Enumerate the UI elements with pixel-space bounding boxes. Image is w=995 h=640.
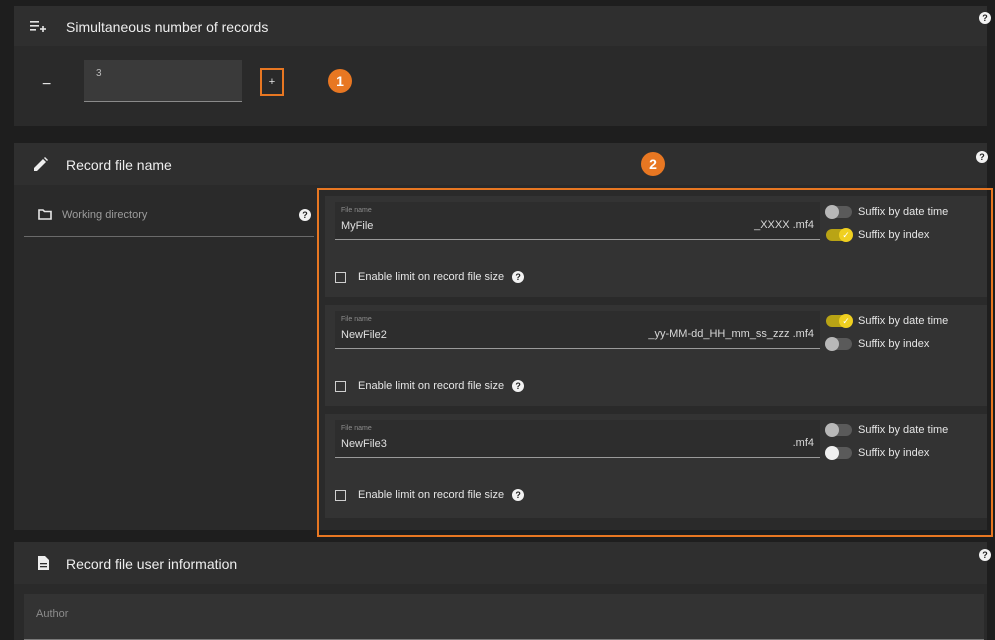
help-icon[interactable]: ? [512, 271, 525, 283]
file-name-value: NewFile3 [341, 438, 387, 450]
limit-size-label: Enable limit on record file size [358, 489, 505, 501]
suffix-index-label: Suffix by index [858, 338, 930, 350]
file-name-label: File name [341, 425, 372, 432]
help-icon[interactable]: ? [979, 12, 991, 24]
pencil-icon [34, 157, 48, 171]
limit-size-checkbox[interactable] [335, 489, 346, 501]
suffix-date-toggle-row[interactable]: Suffix by date time [825, 422, 949, 438]
toggle-knob [825, 337, 839, 351]
record-file-name-title: Record file name [66, 157, 172, 173]
limit-size-row: Enable limit on record file size ? [335, 377, 525, 395]
simultaneous-records-panel: − 3 + 1 [14, 46, 987, 126]
file-suffix: _XXXX .mf4 [754, 219, 814, 231]
simultaneous-records-header: Simultaneous number of records [14, 6, 987, 46]
suffix-date-toggle-row[interactable]: Suffix by date time [825, 204, 949, 220]
file-suffix: .mf4 [792, 437, 814, 449]
check-icon: ✓ [839, 314, 853, 328]
limit-size-row: Enable limit on record file size ? [335, 486, 525, 504]
suffix-index-toggle-row[interactable]: ✓ Suffix by index [826, 227, 929, 243]
playlist-add-icon [30, 21, 46, 32]
increment-label: + [268, 76, 276, 88]
working-directory-label: Working directory [62, 209, 148, 221]
toggle-knob [825, 205, 839, 219]
help-icon[interactable]: ? [512, 380, 525, 392]
file-name-field[interactable]: File name NewFile3 .mf4 [335, 420, 820, 458]
limit-size-checkbox[interactable] [335, 271, 346, 283]
file-name-label: File name [341, 316, 372, 323]
file-name-field[interactable]: File name NewFile2 _yy-MM-dd_HH_mm_ss_zz… [335, 311, 820, 349]
decrement-button[interactable]: − [42, 76, 51, 94]
suffix-date-label: Suffix by date time [858, 206, 949, 218]
simultaneous-records-title: Simultaneous number of records [66, 19, 269, 35]
suffix-date-toggle[interactable]: ✓ [826, 314, 853, 328]
callout-badge-1: 1 [328, 69, 352, 93]
limit-size-label: Enable limit on record file size [358, 271, 505, 283]
suffix-date-label: Suffix by date time [858, 315, 949, 327]
toggle-knob [825, 423, 839, 437]
folder-icon [38, 209, 52, 220]
author-placeholder: Author [36, 608, 69, 620]
record-file-name-header: Record file name [14, 143, 987, 185]
file-name-label: File name [341, 207, 372, 214]
suffix-index-label: Suffix by index [858, 447, 930, 459]
limit-size-row: Enable limit on record file size ? [335, 268, 525, 286]
file-card-2: File name NewFile2 _yy-MM-dd_HH_mm_ss_zz… [325, 305, 987, 406]
suffix-index-toggle-row[interactable]: Suffix by index [825, 445, 930, 461]
user-info-header: Record file user information [14, 542, 987, 584]
user-info-title: Record file user information [66, 556, 238, 572]
document-icon [38, 556, 49, 570]
limit-size-label: Enable limit on record file size [358, 380, 505, 392]
file-name-field[interactable]: File name MyFile _XXXX .mf4 [335, 202, 820, 240]
suffix-date-label: Suffix by date time [858, 424, 949, 436]
suffix-date-toggle[interactable] [825, 205, 852, 219]
file-card-3: File name NewFile3 .mf4 Suffix by date t… [325, 414, 987, 518]
suffix-date-toggle-row[interactable]: ✓ Suffix by date time [826, 313, 948, 329]
suffix-date-toggle[interactable] [825, 423, 852, 437]
file-name-value: NewFile2 [341, 329, 387, 341]
suffix-index-toggle[interactable]: ✓ [826, 228, 853, 242]
check-icon: ✓ [839, 228, 853, 242]
records-count-input[interactable]: 3 [84, 60, 242, 102]
records-count-value: 3 [96, 68, 102, 79]
suffix-index-toggle[interactable] [825, 446, 852, 460]
file-name-value: MyFile [341, 220, 374, 232]
file-card-1: File name MyFile _XXXX .mf4 Suffix by da… [325, 196, 987, 297]
file-suffix: _yy-MM-dd_HH_mm_ss_zzz .mf4 [648, 328, 814, 340]
author-field[interactable]: Author [24, 594, 984, 640]
working-directory-item[interactable]: Working directory [24, 197, 314, 237]
limit-size-checkbox[interactable] [335, 380, 346, 392]
help-icon[interactable]: ? [979, 549, 991, 561]
help-icon[interactable]: ? [299, 209, 311, 221]
toggle-knob [825, 446, 839, 460]
user-info-panel: Author [14, 584, 987, 640]
suffix-index-toggle[interactable] [825, 337, 852, 351]
help-icon[interactable]: ? [512, 489, 525, 501]
help-icon[interactable]: ? [976, 151, 988, 163]
callout-badge-2: 2 [641, 152, 665, 176]
suffix-index-label: Suffix by index [858, 229, 930, 241]
suffix-index-toggle-row[interactable]: Suffix by index [825, 336, 930, 352]
increment-button[interactable]: + [260, 68, 284, 96]
